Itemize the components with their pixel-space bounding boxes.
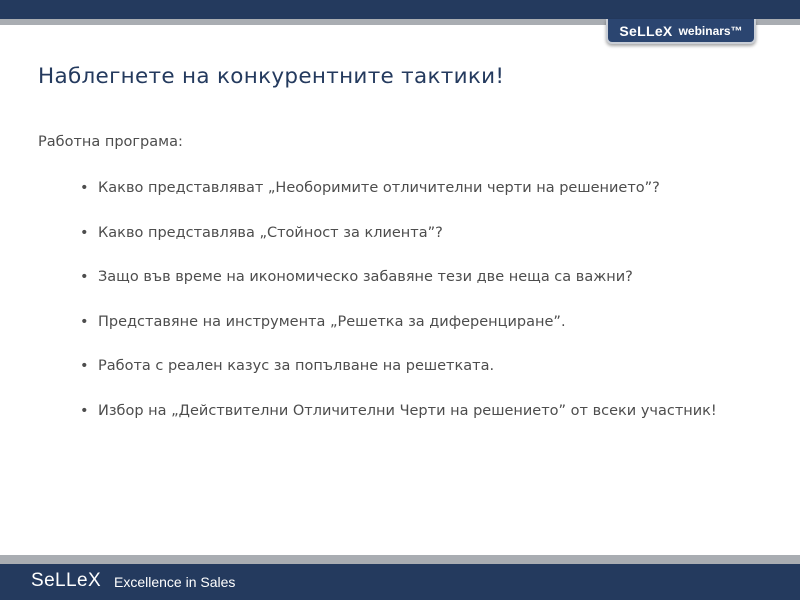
header-brand-name: SeLLeX: [619, 22, 673, 39]
agenda-item: Защо във време на икономическо забавяне …: [80, 267, 760, 287]
agenda-item: Избор на „Действителни Отличителни Черти…: [80, 401, 760, 421]
header-brand-sub: webinars™: [678, 23, 743, 38]
agenda-heading: Работна програма:: [38, 134, 183, 150]
agenda-list: Какво представляват „Необоримите отличит…: [80, 178, 760, 445]
agenda-item: Какво представляват „Необоримите отличит…: [80, 178, 760, 198]
brand-badge: SeLLeX webinars™: [606, 19, 756, 44]
header-bar: [0, 0, 800, 19]
footer-tagline: Excellence in Sales: [114, 574, 236, 590]
slide: SeLLeX webinars™ Наблегнете на конкурент…: [0, 0, 800, 600]
footer-bar: SeLLeX Excellence in Sales: [0, 564, 800, 600]
slide-title: Наблегнете на конкурентните тактики!: [38, 64, 505, 89]
agenda-item: Работа с реален казус за попълване на ре…: [80, 356, 760, 376]
footer-brand-name: SeLLeX: [31, 570, 102, 591]
footer-stripe: [0, 555, 800, 564]
agenda-item: Представяне на инструмента „Решетка за д…: [80, 312, 760, 332]
agenda-item: Какво представлява „Стойност за клиента”…: [80, 223, 760, 243]
